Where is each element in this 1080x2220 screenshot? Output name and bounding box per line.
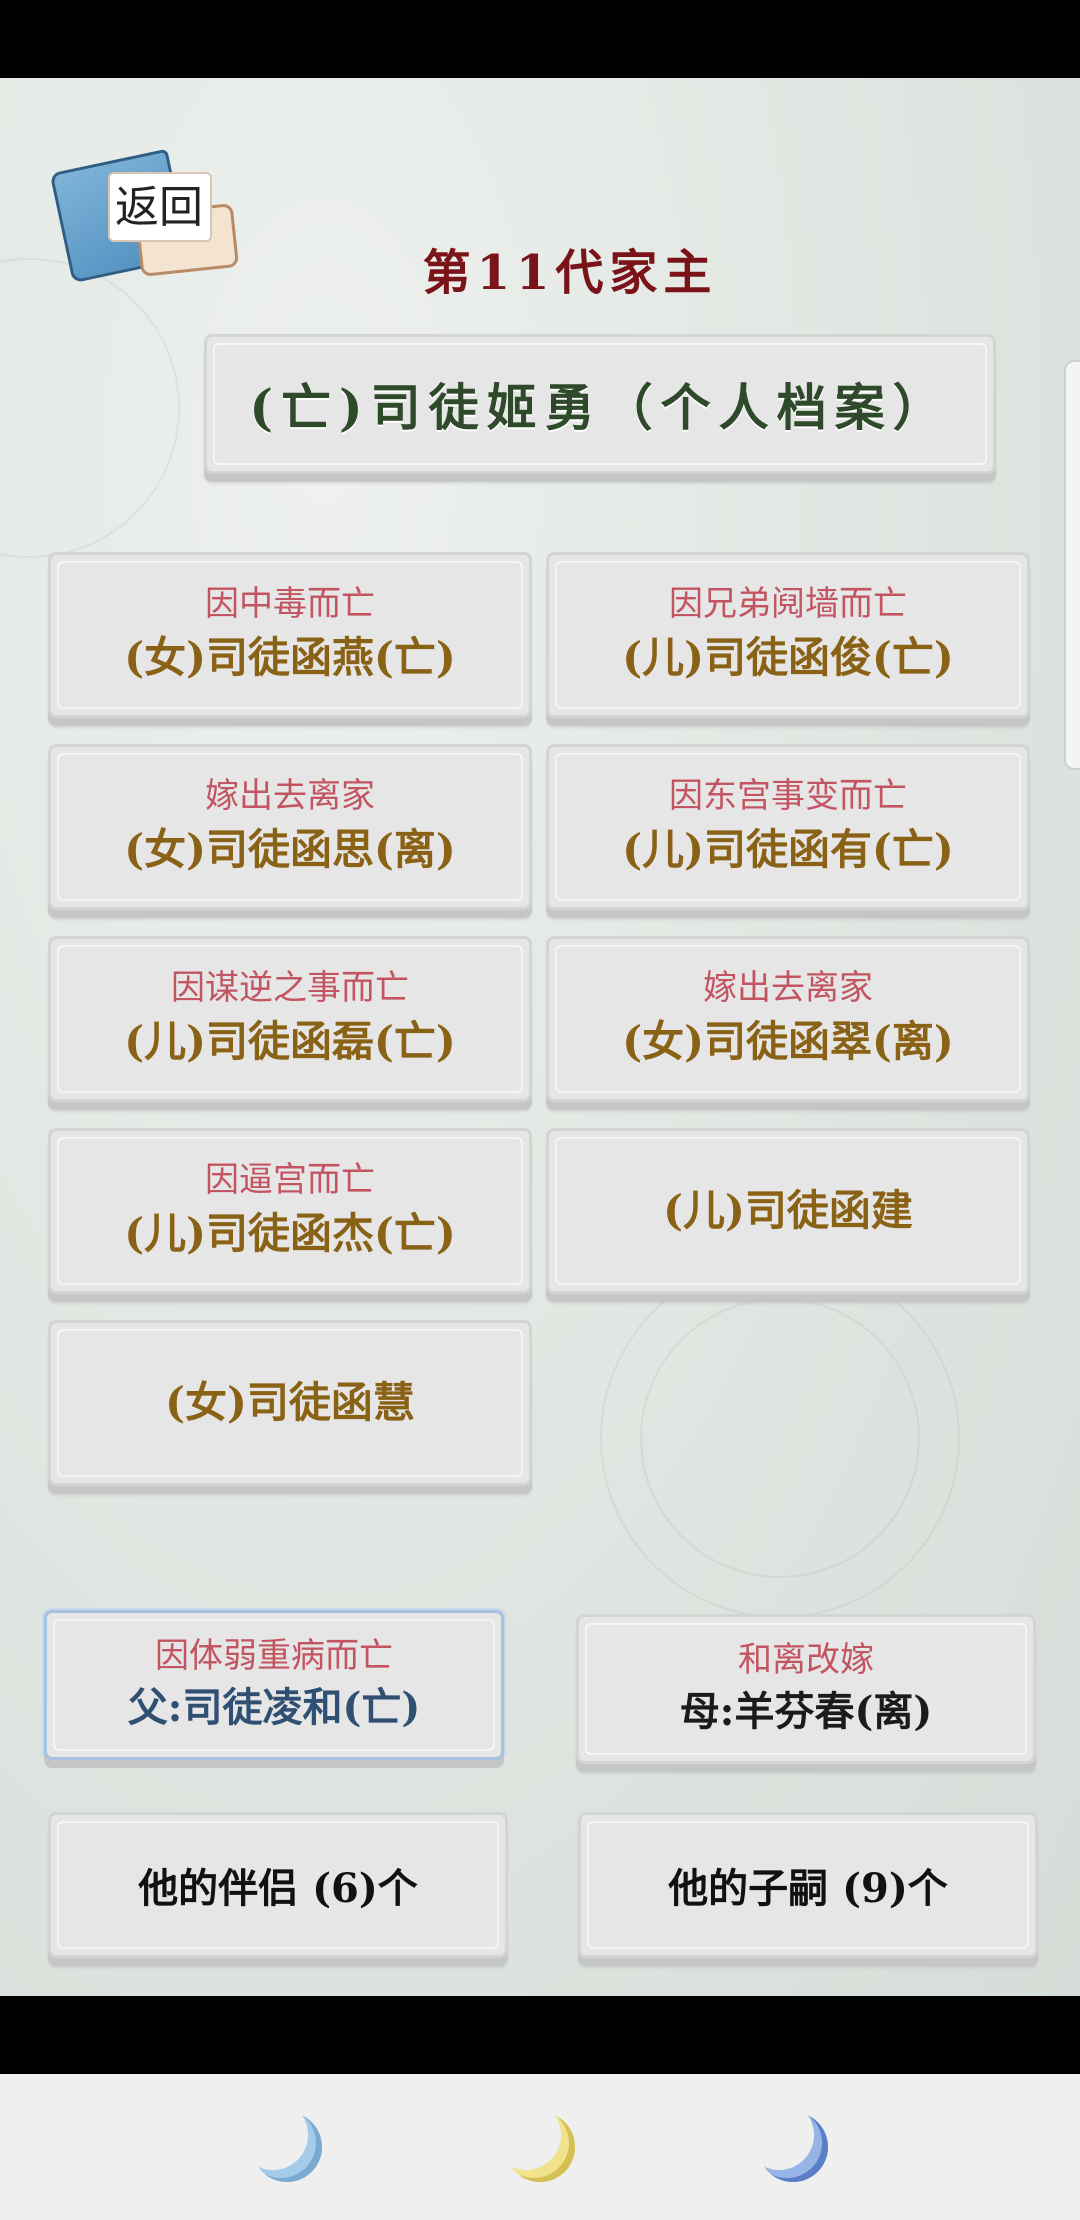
child-card[interactable]: 嫁出去离家 (女)司徒函思(离) [48, 744, 532, 910]
moon-icon[interactable] [237, 2100, 322, 2182]
child-note: 嫁出去离家 [703, 968, 873, 1008]
child-card[interactable]: 因逼宫而亡 (儿)司徒函杰(亡) [48, 1128, 532, 1294]
father-card[interactable]: 因体弱重病而亡 父:司徒凌和(亡) [44, 1610, 504, 1760]
child-name: (儿)司徒函磊(亡) [124, 1017, 456, 1066]
child-note: 因兄弟阋墙而亡 [669, 584, 907, 624]
mother-note: 和离改嫁 [738, 1640, 874, 1680]
children-label: 他的子嗣 (9)个 [668, 1865, 948, 1912]
navigation-bar [0, 2074, 1080, 2220]
moon-icon[interactable] [490, 2100, 575, 2182]
background-texture [0, 258, 180, 558]
mother-card[interactable]: 和离改嫁 母:羊芬春(离) [576, 1614, 1036, 1764]
child-note: 因东宫事变而亡 [669, 776, 907, 816]
child-name: (儿)司徒函俊(亡) [622, 633, 954, 682]
father-note: 因体弱重病而亡 [155, 1636, 393, 1676]
child-card[interactable]: (女)司徒函慧 [48, 1320, 532, 1486]
partners-button[interactable]: 他的伴侣 (6)个 [48, 1812, 508, 1958]
child-name: (儿)司徒函有(亡) [622, 825, 954, 874]
child-card[interactable]: (儿)司徒函建 [546, 1128, 1030, 1294]
child-note: 因谋逆之事而亡 [171, 968, 409, 1008]
child-card[interactable]: 因东宫事变而亡 (儿)司徒函有(亡) [546, 744, 1030, 910]
child-note: 因中毒而亡 [205, 584, 375, 624]
generation-title: 第11代家主 [422, 245, 718, 301]
child-card[interactable]: 因中毒而亡 (女)司徒函燕(亡) [48, 552, 532, 718]
father-name: 父:司徒凌和(亡) [127, 1684, 421, 1731]
partners-label: 他的伴侣 (6)个 [138, 1865, 418, 1912]
child-name: (女)司徒函燕(亡) [124, 633, 456, 682]
child-card[interactable]: 因兄弟阋墙而亡 (儿)司徒函俊(亡) [546, 552, 1030, 718]
child-card[interactable]: 因谋逆之事而亡 (儿)司徒函磊(亡) [48, 936, 532, 1102]
mother-name: 母:羊芬春(离) [679, 1688, 933, 1735]
back-label: 返回 [115, 182, 203, 233]
child-name: (女)司徒函慧 [165, 1378, 415, 1427]
child-name: (女)司徒函思(离) [124, 825, 456, 874]
status-bar [0, 0, 1080, 78]
children-button[interactable]: 他的子嗣 (9)个 [578, 1812, 1038, 1958]
child-name: (儿)司徒函杰(亡) [124, 1209, 456, 1258]
child-note: 因逼宫而亡 [205, 1160, 375, 1200]
child-card[interactable]: 嫁出去离家 (女)司徒函翠(离) [546, 936, 1030, 1102]
moon-icon[interactable] [744, 2100, 829, 2182]
side-drawer-handle[interactable] [1064, 360, 1080, 770]
child-name: (女)司徒函翠(离) [622, 1017, 954, 1066]
screen-bottom-band [0, 1996, 1080, 2074]
profile-name: (亡)司徒姬勇（个人档案） [249, 378, 951, 437]
profile-panel[interactable]: (亡)司徒姬勇（个人档案） [204, 334, 996, 474]
child-name: (儿)司徒函建 [663, 1186, 913, 1235]
back-button[interactable]: 返回 [49, 138, 242, 288]
child-note: 嫁出去离家 [205, 776, 375, 816]
app-screen: 返回 第11代家主 (亡)司徒姬勇（个人档案） 因中毒而亡 (女)司徒函燕(亡)… [0, 78, 1080, 1996]
background-texture [640, 1298, 920, 1578]
